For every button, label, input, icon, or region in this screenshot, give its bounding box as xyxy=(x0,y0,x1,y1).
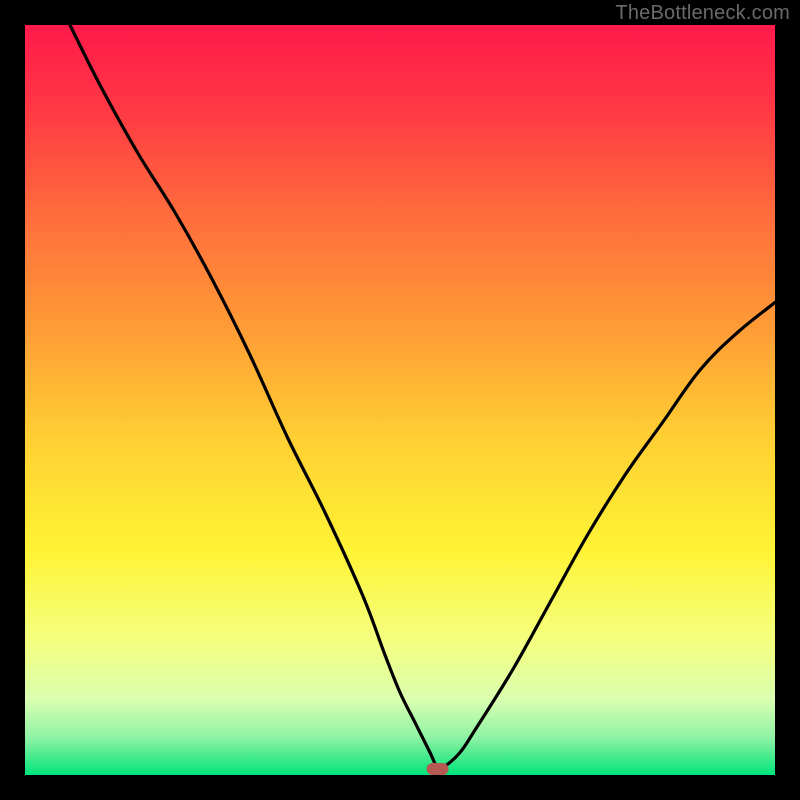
chart-background xyxy=(25,25,775,775)
optimal-marker xyxy=(427,763,449,775)
chart-container xyxy=(25,25,775,775)
app-frame: TheBottleneck.com xyxy=(0,0,800,800)
bottleneck-chart xyxy=(25,25,775,775)
watermark-text: TheBottleneck.com xyxy=(615,2,790,25)
